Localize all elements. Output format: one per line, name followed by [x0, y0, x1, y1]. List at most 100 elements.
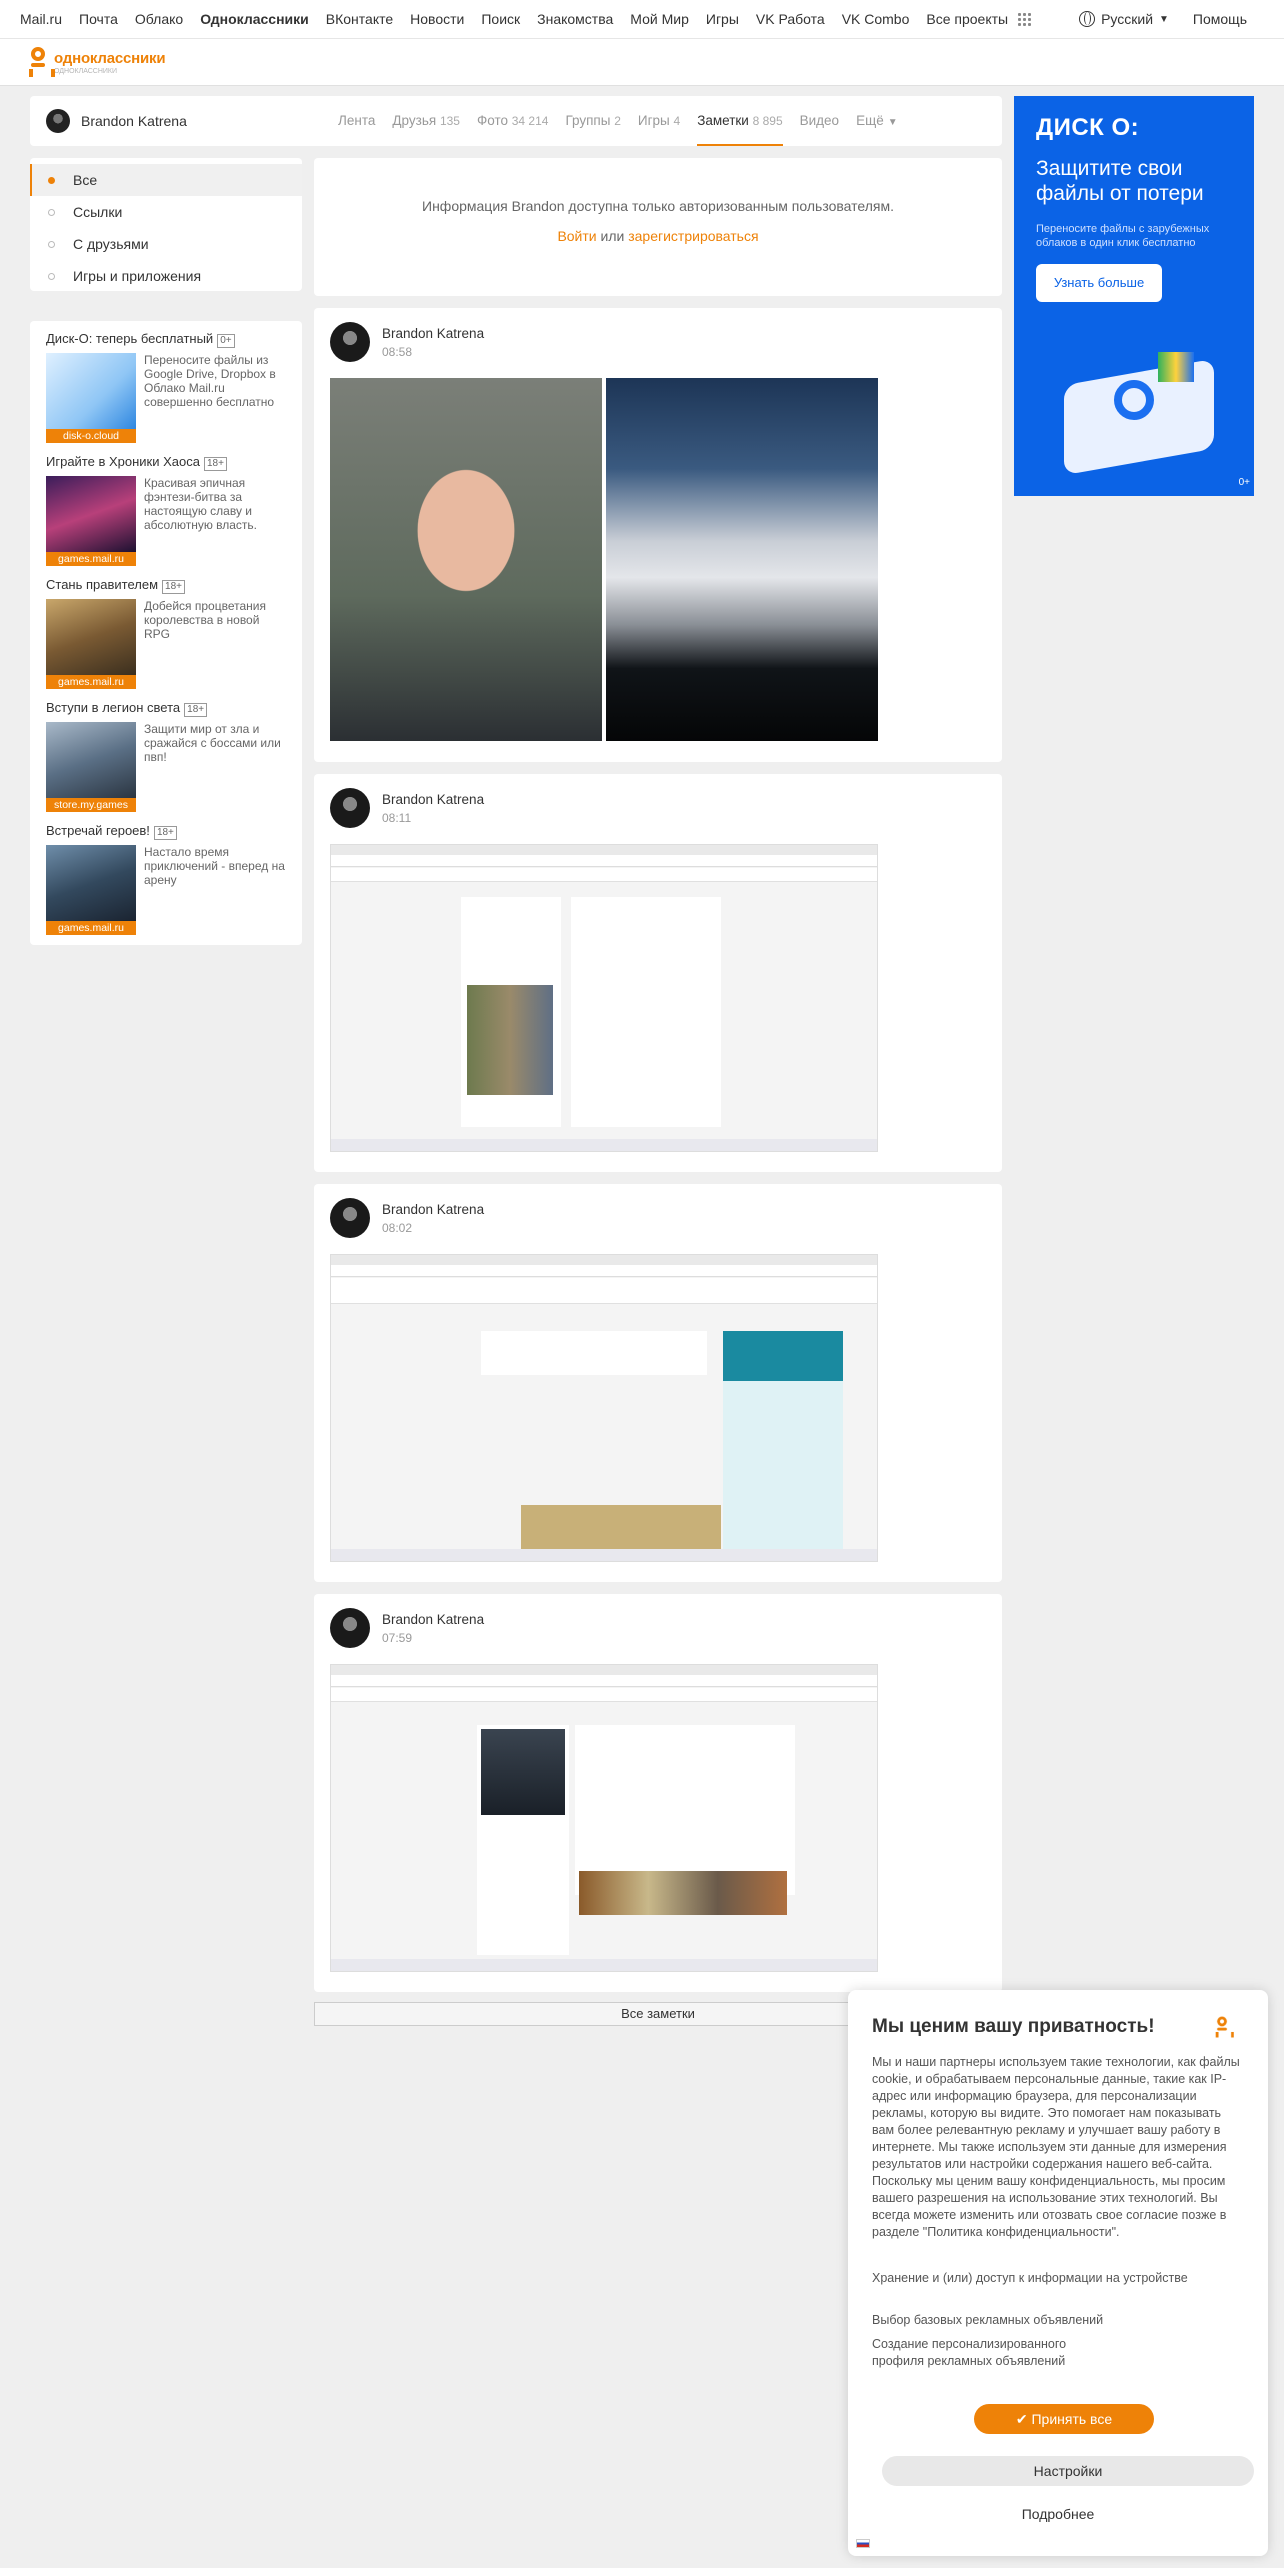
- banner-subtitle: Переносите файлы с зарубежных облаков в …: [1036, 223, 1210, 249]
- banner-learn-more-button[interactable]: Узнать больше: [1036, 264, 1162, 302]
- disk-o-banner[interactable]: ДИСК О: Защитите свои файлы от потери Пе…: [1014, 96, 1254, 496]
- chevron-down-icon[interactable]: ▼: [1159, 14, 1169, 25]
- avatar[interactable]: [330, 788, 370, 828]
- avatar[interactable]: [46, 109, 70, 133]
- profile-header: Brandon Katrena Лента Друзья 135 Фото 34…: [30, 96, 1002, 146]
- note-post: Brandon Katrena 07:59: [314, 1594, 1002, 1992]
- help-link[interactable]: Помощь: [1193, 11, 1247, 27]
- logo-bar: одноклассники ОДНОКЛАССНИКИ: [0, 38, 1284, 86]
- nav-link-oblako[interactable]: Облако: [135, 11, 183, 27]
- post-screenshot[interactable]: [330, 1664, 878, 1972]
- topbar-right: Русский ▼ Помощь: [1079, 11, 1264, 27]
- cookie-more-link[interactable]: Подробнее: [848, 2506, 1268, 2522]
- top-navigation: Mail.ru Почта Облако Одноклассники ВКонт…: [0, 0, 1284, 38]
- post-screenshot[interactable]: [330, 844, 878, 1152]
- nav-link-mailru[interactable]: Mail.ru: [20, 11, 62, 27]
- cookie-option[interactable]: Хранение и (или) доступ к информации на …: [872, 2270, 1232, 2287]
- accept-all-button[interactable]: ✔ Принять все: [974, 2404, 1154, 2434]
- nav-link-all-projects[interactable]: Все проекты: [926, 11, 1008, 27]
- nav-link-odnoklassniki[interactable]: Одноклассники: [200, 11, 309, 27]
- tab-notes[interactable]: Заметки 8 895: [697, 96, 784, 146]
- ad-image: games.mail.ru: [46, 476, 136, 566]
- nav-link-novosti[interactable]: Новости: [410, 11, 464, 27]
- ad-image: disk-o.cloud: [46, 353, 136, 443]
- nav-link-moy-mir[interactable]: Мой Мир: [630, 11, 689, 27]
- tab-groups[interactable]: Группы 2: [565, 96, 620, 146]
- post-time[interactable]: 08:02: [382, 1221, 484, 1235]
- tab-video[interactable]: Видео: [800, 96, 839, 146]
- nav-link-poisk[interactable]: Поиск: [481, 11, 520, 27]
- avatar[interactable]: [330, 322, 370, 362]
- ok-logo-icon: [1215, 2015, 1229, 2039]
- nav-link-vk-combo[interactable]: VK Combo: [842, 11, 910, 27]
- nav-link-pochta[interactable]: Почта: [79, 11, 118, 27]
- ad-item[interactable]: Стань правителем 18+ games.mail.ru Добейс…: [46, 577, 286, 689]
- post-author[interactable]: Brandon Katrena: [382, 1612, 484, 1627]
- register-link[interactable]: зарегистрироваться: [628, 228, 758, 244]
- flag-icon: [856, 2539, 870, 2548]
- ok-logo[interactable]: одноклассники ОДНОКЛАССНИКИ: [28, 45, 166, 79]
- cookie-option[interactable]: Выбор базовых рекламных объявлений: [872, 2312, 1232, 2329]
- ok-logo-icon: [28, 45, 48, 79]
- post-photo[interactable]: [606, 378, 878, 741]
- post-photo[interactable]: [330, 378, 602, 741]
- chevron-down-icon: ▼: [887, 117, 898, 128]
- nav-link-igry[interactable]: Игры: [706, 11, 739, 27]
- ad-image: games.mail.ru: [46, 599, 136, 689]
- logo-name: одноклассники: [54, 49, 166, 67]
- filter-links[interactable]: Ссылки: [30, 196, 302, 228]
- tab-feed[interactable]: Лента: [338, 96, 375, 146]
- cookie-title: Мы ценим вашу приватность!: [872, 2016, 1155, 2037]
- logo-tagline: ОДНОКЛАССНИКИ: [54, 67, 118, 75]
- cookie-consent-dialog: Мы ценим вашу приватность! Мы и наши пар…: [848, 1990, 1268, 2556]
- logo-text: одноклассники ОДНОКЛАССНИКИ: [54, 49, 166, 75]
- check-icon: ✔: [1015, 2411, 1032, 2427]
- nav-link-vk-rabota[interactable]: VK Работа: [756, 11, 825, 27]
- post-screenshot[interactable]: [330, 1254, 878, 1562]
- nav-link-znakomstva[interactable]: Знакомства: [537, 11, 613, 27]
- filter-all[interactable]: Все: [30, 164, 302, 196]
- tab-friends[interactable]: Друзья 135: [392, 96, 460, 146]
- auth-notice-text: Информация Brandon доступна только автор…: [422, 198, 894, 214]
- ad-item[interactable]: Диск-О: теперь бесплатный 0+ disk-o.cloud…: [46, 331, 286, 443]
- banner-logo: ДИСК О:: [1036, 114, 1140, 141]
- avatar[interactable]: [330, 1608, 370, 1648]
- post-author[interactable]: Brandon Katrena: [382, 1202, 484, 1217]
- avatar[interactable]: [330, 1198, 370, 1238]
- cookie-body: Мы и наши партнеры используем такие техн…: [872, 2055, 1240, 2239]
- ad-item[interactable]: Вступи в легион света 18+ store.my.games …: [46, 700, 286, 812]
- cookie-settings-button[interactable]: Настройки: [882, 2456, 1254, 2486]
- ad-item[interactable]: Играйте в Хроники Хаоса 18+ games.mail.ru…: [46, 454, 286, 566]
- grid-icon[interactable]: [1017, 12, 1032, 26]
- or-text: или: [596, 228, 629, 244]
- post-time[interactable]: 08:11: [382, 811, 484, 825]
- globe-icon[interactable]: [1079, 11, 1096, 27]
- post-author[interactable]: Brandon Katrena: [382, 792, 484, 807]
- banner-illustration: [1054, 332, 1224, 482]
- cookie-option[interactable]: Создание персонализированного профиля ре…: [872, 2336, 1092, 2370]
- note-post: Brandon Katrena 08:11: [314, 774, 1002, 1172]
- tab-games[interactable]: Игры 4: [638, 96, 680, 146]
- ad-image: games.mail.ru: [46, 845, 136, 935]
- filter-games-apps[interactable]: Игры и приложения: [30, 260, 302, 292]
- banner-headline: Защитите свои файлы от потери: [1036, 157, 1204, 205]
- post-time[interactable]: 08:58: [382, 345, 484, 359]
- profile-tabs: Лента Друзья 135 Фото 34 214 Группы 2 Иг…: [338, 96, 915, 146]
- notes-filter-menu: Все Ссылки С друзьями Игры и приложения: [30, 158, 302, 291]
- language-selector[interactable]: Русский: [1101, 11, 1153, 27]
- ads-sidebar: Диск-О: теперь бесплатный 0+ disk-o.cloud…: [30, 321, 302, 945]
- filter-with-friends[interactable]: С друзьями: [30, 228, 302, 260]
- accept-all-label: Принять все: [1031, 2411, 1113, 2427]
- auth-notice: Информация Brandon доступна только автор…: [314, 158, 1002, 296]
- post-time[interactable]: 07:59: [382, 1631, 484, 1645]
- profile-name[interactable]: Brandon Katrena: [81, 113, 187, 129]
- banner-age: 0+: [1238, 477, 1250, 488]
- nav-link-vkontakte[interactable]: ВКонтакте: [326, 11, 393, 27]
- ad-item[interactable]: Встречай героев! 18+ games.mail.ru Настал…: [46, 823, 286, 935]
- tab-photos[interactable]: Фото 34 214: [477, 96, 548, 146]
- note-post: Brandon Katrena 08:58: [314, 308, 1002, 762]
- note-post: Brandon Katrena 08:02: [314, 1184, 1002, 1582]
- post-author[interactable]: Brandon Katrena: [382, 326, 484, 341]
- login-link[interactable]: Войти: [557, 228, 596, 244]
- tab-more[interactable]: Ещё ▼: [856, 96, 898, 146]
